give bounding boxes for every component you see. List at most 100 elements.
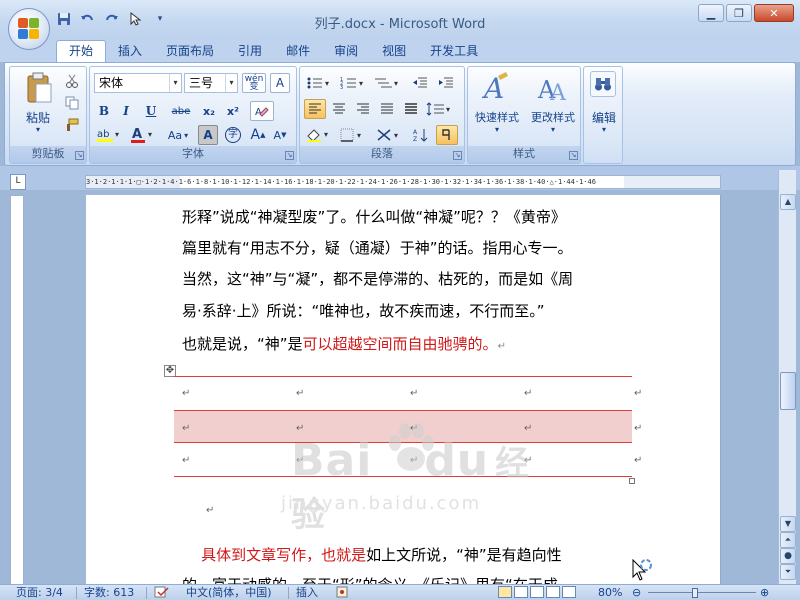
styles-launcher-icon[interactable]: ↘ [569,151,578,160]
vertical-ruler[interactable] [10,195,24,585]
insert-mode[interactable]: 插入 [296,586,318,600]
align-right-icon[interactable] [352,99,374,119]
tab-mailings[interactable]: 邮件 [274,42,322,62]
document-page[interactable]: 形释”说成“神凝型废”了。什么叫做“神凝”呢？？《黄帝》 篇里就有“用志不分，疑… [86,195,720,585]
align-center-icon[interactable] [328,99,350,119]
tab-page-layout[interactable]: 页面布局 [154,42,226,62]
editing-group: 编辑 ▾ [583,66,623,164]
svg-text:▾: ▾ [325,79,329,88]
bold-button[interactable]: B [94,101,114,121]
draft-view-icon[interactable] [562,586,576,598]
minimize-button[interactable]: ▁ [698,4,724,22]
font-name-combo[interactable]: 宋体 ▾ [94,73,182,93]
web-layout-view-icon[interactable] [530,586,544,598]
outline-view-icon[interactable] [546,586,560,598]
quick-styles-dropdown-icon[interactable]: ▾ [470,125,524,134]
print-layout-view-icon[interactable] [498,586,512,598]
line-spacing-icon[interactable]: ▾ [424,99,456,119]
horizontal-ruler[interactable]: 3·1·2·1·1·1·□·1·2·1·4·1·6·1·8·1·10·1·12·… [85,175,721,189]
zoom-level[interactable]: 80% [598,586,622,600]
page-indicator[interactable]: 页面: 3/4 [16,586,63,600]
proofing-icon[interactable] [154,586,170,600]
chinese-layout-icon[interactable]: ▾ [374,125,406,145]
macro-recording-icon[interactable] [336,586,348,600]
previous-page-icon[interactable]: ⏶ [780,532,796,548]
italic-button[interactable]: I [116,101,136,121]
tab-review[interactable]: 审阅 [322,42,370,62]
zoom-in-icon[interactable]: ⊕ [760,586,769,600]
restore-button[interactable]: ❐ [726,4,752,22]
font-launcher-icon[interactable]: ↘ [285,151,294,160]
underline-button[interactable]: U [138,101,164,121]
change-case-button[interactable]: Aa ▾ [162,125,194,145]
language-indicator[interactable]: 中文(简体，中国) [186,586,272,600]
close-button[interactable]: ✕ [754,4,794,22]
quick-styles-label[interactable]: 快速样式 [470,109,524,125]
binoculars-icon[interactable] [590,71,616,97]
align-left-icon[interactable] [304,99,326,119]
svg-text:▾: ▾ [148,130,152,139]
borders-icon[interactable]: ▾ [338,125,368,145]
sort-icon[interactable]: AZ [410,125,432,145]
superscript-button[interactable]: x² [222,101,244,121]
vertical-scrollbar[interactable]: ▲ ▼ ⏶ ● ⏷ [778,170,796,584]
subscript-button[interactable]: x₂ [198,101,220,121]
char-border-button[interactable]: A [270,73,290,93]
phonetic-guide-button[interactable]: wén 变 [242,73,266,93]
quick-styles-icon[interactable]: A [482,71,512,105]
select-browse-object-icon[interactable]: ● [780,548,796,564]
bullets-icon[interactable]: ▾ [304,73,336,93]
scroll-down-icon[interactable]: ▼ [780,516,796,532]
svg-text:▾: ▾ [394,131,398,140]
tab-selector-icon[interactable]: L [10,174,26,190]
grow-font-button[interactable]: A ▲ [248,125,268,145]
scroll-thumb[interactable] [780,372,796,410]
distributed-icon[interactable] [400,99,422,119]
tab-developer[interactable]: 开发工具 [418,42,490,62]
font-size-combo[interactable]: 三号 ▾ [184,73,238,93]
clear-formatting-icon[interactable]: A [250,101,274,121]
zoom-slider-track[interactable] [648,592,756,593]
zoom-out-icon[interactable]: ⊖ [632,586,641,600]
office-button[interactable] [8,8,50,50]
multilevel-list-icon[interactable]: ▾ [372,73,404,93]
format-painter-icon[interactable] [62,115,82,135]
font-name-dropdown-icon[interactable]: ▾ [169,74,181,92]
next-page-icon[interactable]: ⏷ [780,564,796,580]
tab-insert[interactable]: 插入 [106,42,154,62]
scroll-up-icon[interactable]: ▲ [780,194,796,210]
enclose-char-button[interactable]: 字 [222,125,244,145]
show-marks-icon[interactable] [436,125,458,145]
svg-text:A: A [132,127,142,142]
paste-label[interactable]: 粘贴 [16,109,60,126]
table-resize-handle[interactable] [629,478,635,484]
tab-view[interactable]: 视图 [370,42,418,62]
change-styles-label[interactable]: 更改样式 [524,109,582,125]
justify-icon[interactable] [376,99,398,119]
shrink-font-button[interactable]: A ▼ [270,125,290,145]
tab-home[interactable]: 开始 [56,40,107,62]
char-shading-button[interactable]: A [198,125,218,145]
increase-indent-icon[interactable] [434,73,458,93]
paragraph-launcher-icon[interactable]: ↘ [453,151,462,160]
full-screen-view-icon[interactable] [514,586,528,598]
change-styles-dropdown-icon[interactable]: ▾ [524,125,582,134]
paste-dropdown-icon[interactable]: ▾ [16,125,60,134]
clipboard-launcher-icon[interactable]: ↘ [75,151,84,160]
font-color-button[interactable]: A ▾ [128,125,158,145]
paste-icon[interactable] [24,71,54,105]
zoom-slider-thumb[interactable] [692,588,698,598]
editing-dropdown-icon[interactable]: ▾ [584,125,624,134]
tab-references[interactable]: 引用 [226,42,274,62]
shading-icon[interactable]: ▾ [304,125,334,145]
numbering-icon[interactable]: 1 2 3 ▾ [338,73,370,93]
copy-icon[interactable] [62,93,82,113]
editing-label[interactable]: 编辑 [584,109,624,126]
decrease-indent-icon[interactable] [408,73,432,93]
highlight-color-button[interactable]: ab ▾ [94,125,126,145]
change-styles-icon[interactable]: AA [536,71,570,105]
font-size-dropdown-icon[interactable]: ▾ [225,74,237,92]
strikethrough-button[interactable]: abe [168,101,194,121]
word-count[interactable]: 字数: 613 [84,586,134,600]
cut-icon[interactable] [62,71,82,91]
